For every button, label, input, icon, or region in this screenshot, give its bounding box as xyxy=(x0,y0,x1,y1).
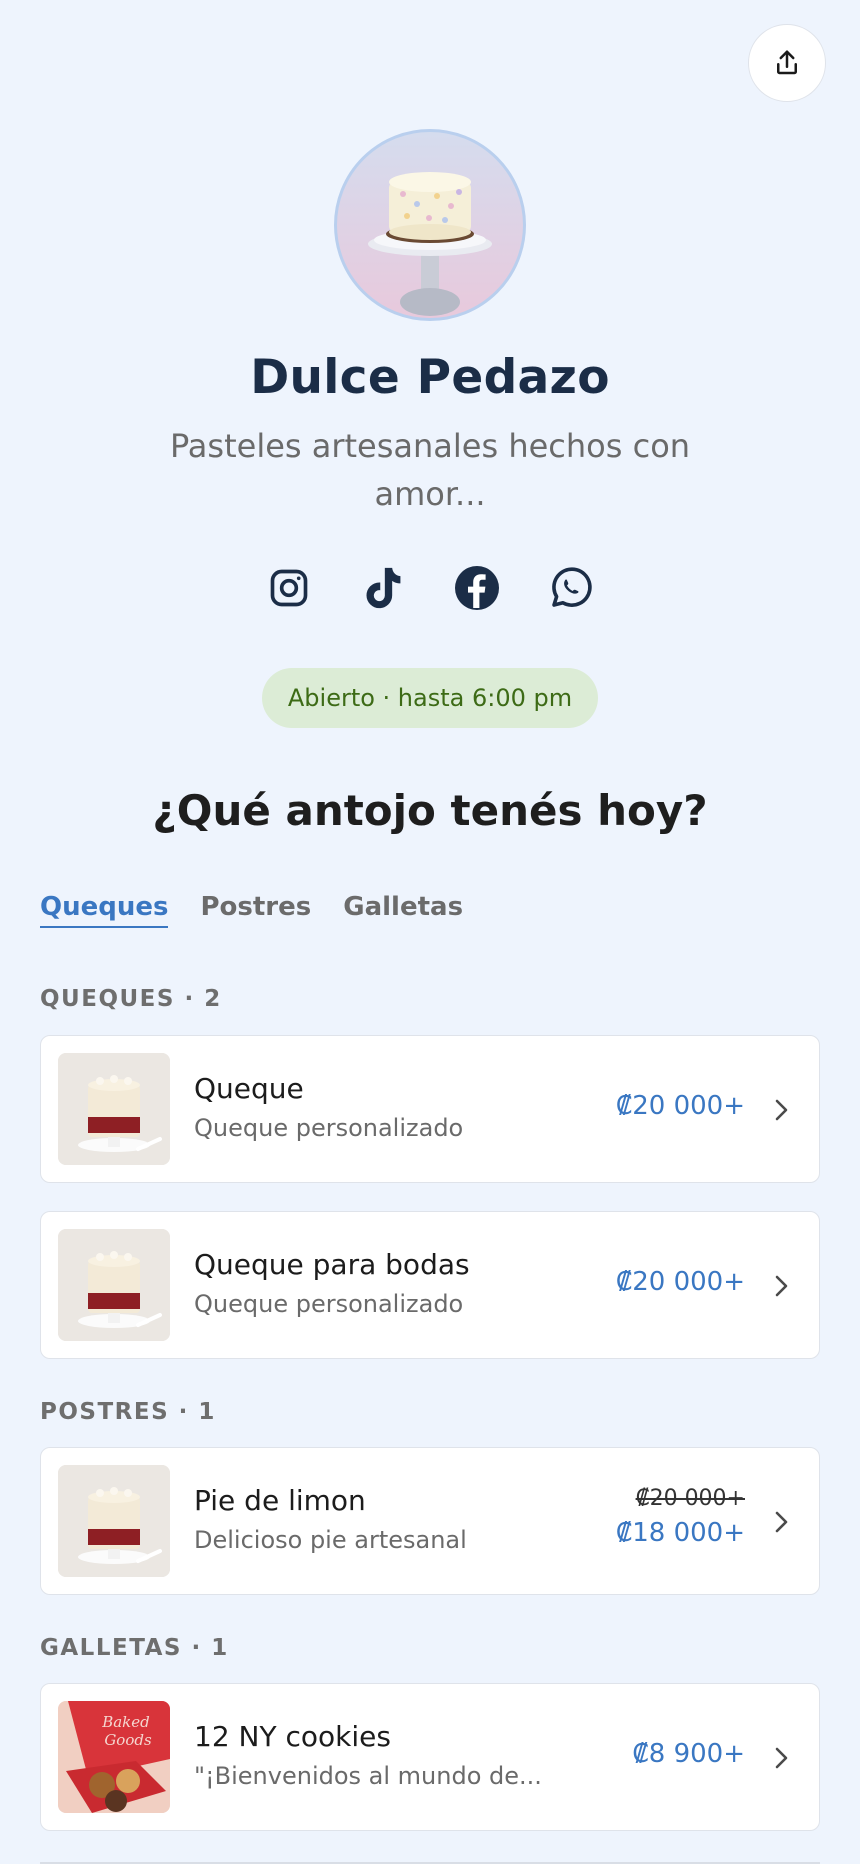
product-price: ₡20 000+ xyxy=(615,1091,745,1121)
product-subtitle: Delicioso pie artesanal xyxy=(194,1526,467,1554)
product-subtitle: "¡Bienvenidos al mundo de... xyxy=(194,1762,542,1790)
tiktok-icon xyxy=(366,567,401,609)
section-header-queques: QUEQUES · 2 xyxy=(40,986,222,1012)
chevron-right-icon xyxy=(775,1099,788,1121)
chevron-right-icon xyxy=(775,1275,788,1297)
facebook-icon xyxy=(455,566,499,610)
section-header-postres: POSTRES · 1 xyxy=(40,1399,216,1425)
open-status-badge: Abierto · hasta 6:00 pm xyxy=(262,668,598,728)
cake-image xyxy=(368,172,492,316)
instagram-link[interactable] xyxy=(265,564,313,612)
product-thumbnail xyxy=(58,1229,170,1341)
product-card[interactable]: Baked Goods 12 NY cookies "¡Bienvenidos … xyxy=(40,1683,820,1831)
product-price: ₡8 900+ xyxy=(632,1739,745,1769)
product-title: 12 NY cookies xyxy=(194,1720,391,1753)
facebook-link[interactable] xyxy=(453,564,501,612)
product-sale-price: ₡18 000+ xyxy=(615,1518,745,1548)
category-tabs: Queques Postres Galletas xyxy=(40,892,463,928)
product-thumbnail xyxy=(58,1465,170,1577)
tab-postres[interactable]: Postres xyxy=(200,892,311,928)
product-title: Queque para bodas xyxy=(194,1248,470,1281)
cake-thumbnail-image xyxy=(58,1465,170,1577)
product-title: Queque xyxy=(194,1072,304,1105)
tab-queques[interactable]: Queques xyxy=(40,892,169,928)
share-button[interactable] xyxy=(748,24,826,102)
product-thumbnail: Baked Goods xyxy=(58,1701,170,1813)
product-subtitle: Queque personalizado xyxy=(194,1114,464,1142)
product-thumbnail xyxy=(58,1053,170,1165)
product-price: ₡20 000+ xyxy=(615,1267,745,1297)
product-original-price: ₡20 000+ xyxy=(635,1486,745,1511)
tab-galletas[interactable]: Galletas xyxy=(343,892,463,928)
cake-thumbnail-image xyxy=(58,1229,170,1341)
tiktok-link[interactable] xyxy=(359,564,407,612)
menu-heading: ¿Qué antojo tenés hoy? xyxy=(152,786,708,835)
svg-text:Baked: Baked xyxy=(101,1713,150,1731)
business-name: Dulce Pedazo xyxy=(250,350,610,405)
whatsapp-icon xyxy=(552,567,592,607)
svg-text:Goods: Goods xyxy=(104,1731,152,1749)
chevron-right-icon xyxy=(775,1511,788,1533)
social-links xyxy=(0,564,860,612)
business-tagline: Pasteles artesanales hechos con amor... xyxy=(169,427,691,513)
product-title: Pie de limon xyxy=(194,1484,366,1517)
chevron-right-icon xyxy=(775,1747,788,1769)
cookie-box-image: Baked Goods xyxy=(58,1701,170,1813)
cake-thumbnail-image xyxy=(58,1053,170,1165)
product-card[interactable]: Queque para bodas Queque personalizado ₡… xyxy=(40,1211,820,1359)
instagram-icon xyxy=(270,569,308,607)
section-header-galletas: GALLETAS · 1 xyxy=(40,1635,229,1661)
whatsapp-link[interactable] xyxy=(547,564,595,612)
product-subtitle: Queque personalizado xyxy=(194,1290,464,1318)
product-card[interactable]: Pie de limon Delicioso pie artesanal ₡20… xyxy=(40,1447,820,1595)
product-card[interactable]: Queque Queque personalizado ₡20 000+ xyxy=(40,1035,820,1183)
profile-avatar xyxy=(334,129,526,321)
share-icon xyxy=(777,50,797,75)
